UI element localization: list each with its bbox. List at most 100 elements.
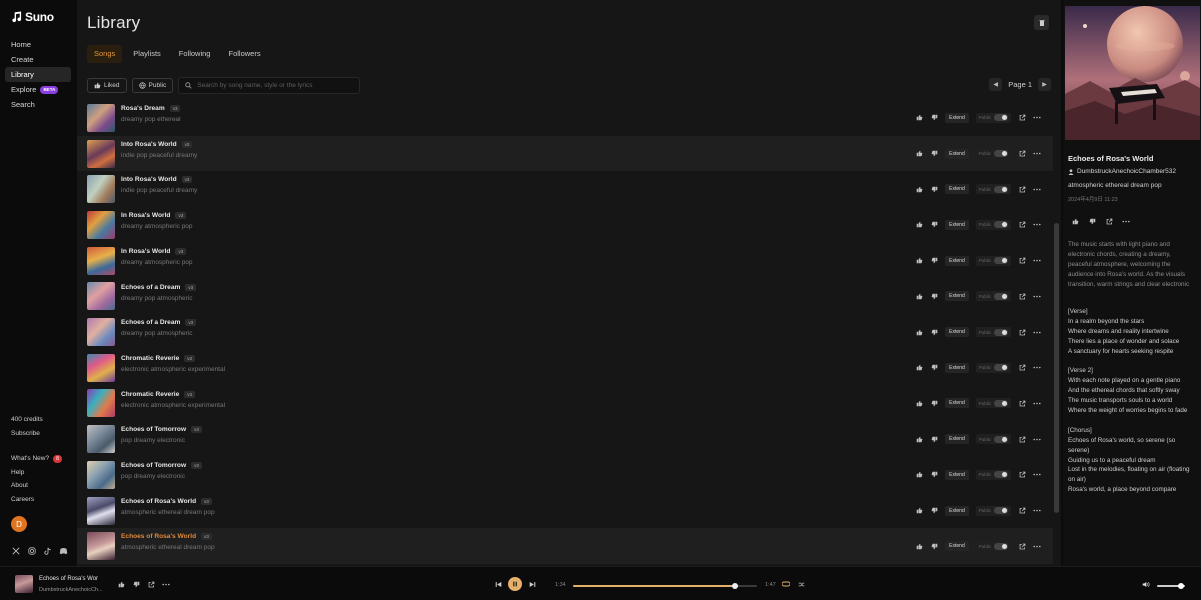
song-title[interactable]: Into Rosa's World [121, 141, 177, 148]
song-cover[interactable] [87, 496, 115, 525]
careers-link[interactable]: Careers [11, 493, 71, 507]
extend-button[interactable]: Extend [945, 434, 969, 445]
thumbs-up-icon[interactable] [1071, 217, 1079, 225]
share-icon[interactable] [1018, 471, 1026, 479]
thumbs-down-icon[interactable] [930, 399, 938, 407]
song-row[interactable]: Echoes of a Dream v3 dreamy pop atmosphe… [77, 279, 1053, 315]
share-icon[interactable] [147, 580, 155, 588]
thumbs-down-icon[interactable] [930, 114, 938, 122]
thumbs-up-icon[interactable] [915, 257, 923, 265]
nav-home[interactable]: Home [5, 37, 71, 52]
thumbs-up-icon[interactable] [915, 507, 923, 515]
avatar[interactable]: D [11, 516, 27, 532]
thumbs-down-icon[interactable] [930, 435, 938, 443]
extend-button[interactable]: Extend [945, 469, 969, 480]
song-cover[interactable] [87, 246, 115, 275]
share-icon[interactable] [1018, 257, 1026, 265]
song-row[interactable]: Into Rosa's World v3 indie pop peaceful … [77, 171, 1053, 207]
extend-button[interactable]: Extend [945, 112, 969, 123]
scrollbar-thumb[interactable] [1054, 223, 1059, 513]
share-icon[interactable] [1018, 150, 1026, 158]
skip-forward-icon[interactable] [528, 580, 536, 588]
song-title[interactable]: Echoes of Tomorrow [121, 426, 186, 433]
song-title[interactable]: Echoes of a Dream [121, 284, 180, 291]
more-options-icon[interactable] [1033, 471, 1041, 479]
public-toggle[interactable]: Public [975, 184, 1011, 195]
song-cover[interactable] [87, 460, 115, 489]
thumbs-up-icon[interactable] [915, 221, 923, 229]
nav-search[interactable]: Search [5, 97, 71, 112]
player-title[interactable]: Echoes of Rosa's Wor [39, 576, 98, 582]
extend-button[interactable]: Extend [945, 291, 969, 302]
public-toggle[interactable]: Public [975, 469, 1011, 480]
share-icon[interactable] [1105, 217, 1113, 225]
shuffle-icon[interactable] [797, 580, 805, 588]
song-cover[interactable] [87, 210, 115, 239]
song-title[interactable]: Chromatic Reverie [121, 391, 179, 398]
share-icon[interactable] [1018, 221, 1026, 229]
toggle-switch[interactable] [994, 292, 1008, 300]
player-cover[interactable] [15, 575, 33, 593]
extend-button[interactable]: Extend [945, 184, 969, 195]
subscribe-link[interactable]: Subscribe [11, 427, 71, 441]
more-options-icon[interactable] [1033, 507, 1041, 515]
song-row[interactable]: Echoes of Rosa's World v3 atmospheric et… [77, 528, 1053, 564]
song-row[interactable]: Echoes of Rosa's World v3 atmospheric et… [77, 493, 1053, 529]
progress-knob[interactable] [731, 583, 738, 589]
thumbs-up-icon[interactable] [915, 114, 923, 122]
thumbs-down-icon[interactable] [930, 328, 938, 336]
song-cover[interactable] [87, 139, 115, 168]
help-link[interactable]: Help [11, 466, 71, 480]
song-title[interactable]: In Rosa's World [121, 212, 170, 219]
tab-songs[interactable]: Songs [87, 45, 123, 63]
share-icon[interactable] [1018, 542, 1026, 550]
song-title[interactable]: Rosa's Dream [121, 105, 165, 112]
nav-library[interactable]: Library [5, 67, 71, 82]
toggle-switch[interactable] [994, 150, 1008, 158]
pause-button[interactable] [508, 577, 522, 591]
discord-icon[interactable] [59, 546, 68, 555]
public-toggle[interactable]: Public [975, 505, 1011, 516]
instagram-icon[interactable] [27, 546, 36, 555]
song-title[interactable]: In Rosa's World [121, 248, 170, 255]
public-toggle[interactable]: Public [975, 327, 1011, 338]
thumbs-down-icon[interactable] [930, 221, 938, 229]
thumbs-up-icon[interactable] [915, 150, 923, 158]
extend-button[interactable]: Extend [945, 398, 969, 409]
song-cover[interactable] [87, 425, 115, 454]
thumbs-down-icon[interactable] [930, 257, 938, 265]
search-input[interactable] [197, 82, 358, 89]
more-options-icon[interactable] [162, 580, 170, 588]
extend-button[interactable]: Extend [945, 505, 969, 516]
more-options-icon[interactable] [1033, 257, 1041, 265]
share-icon[interactable] [1018, 507, 1026, 515]
detail-user-link[interactable]: DumbstruckAnechoicChamber532 [1068, 168, 1176, 175]
song-row[interactable]: Into Rosa's World v3 indie pop peaceful … [77, 135, 1053, 172]
extend-button[interactable]: Extend [945, 255, 969, 266]
song-row[interactable]: In Rosa's World v3 dreamy atmospheric po… [77, 207, 1053, 243]
thumbs-down-icon[interactable] [930, 471, 938, 479]
thumbs-up-icon[interactable] [915, 328, 923, 336]
trash-button[interactable] [1034, 15, 1049, 30]
tiktok-icon[interactable] [43, 546, 52, 555]
whats-new-link[interactable]: What's New? 8 [11, 452, 71, 466]
share-icon[interactable] [1018, 114, 1026, 122]
toggle-switch[interactable] [994, 185, 1008, 193]
song-row[interactable]: In Rosa's World v3 dreamy atmospheric po… [77, 243, 1053, 279]
about-link[interactable]: About [11, 479, 71, 493]
prev-page-button[interactable]: ◀ [989, 78, 1003, 91]
share-icon[interactable] [1018, 328, 1026, 336]
more-options-icon[interactable] [1033, 292, 1041, 300]
song-cover[interactable] [87, 103, 115, 132]
public-toggle[interactable]: Public [975, 434, 1011, 445]
public-filter-button[interactable]: Public [131, 78, 174, 93]
liked-filter-button[interactable]: Liked [87, 78, 127, 93]
more-options-icon[interactable] [1033, 221, 1041, 229]
song-title[interactable]: Echoes of a Dream [121, 319, 180, 326]
song-row[interactable]: Echoes of a Dream v3 dreamy pop atmosphe… [77, 314, 1053, 350]
tab-following[interactable]: Following [172, 45, 218, 63]
extend-button[interactable]: Extend [945, 327, 969, 338]
thumbs-up-icon[interactable] [117, 580, 125, 588]
public-toggle[interactable]: Public [975, 255, 1011, 266]
toggle-switch[interactable] [994, 507, 1008, 515]
